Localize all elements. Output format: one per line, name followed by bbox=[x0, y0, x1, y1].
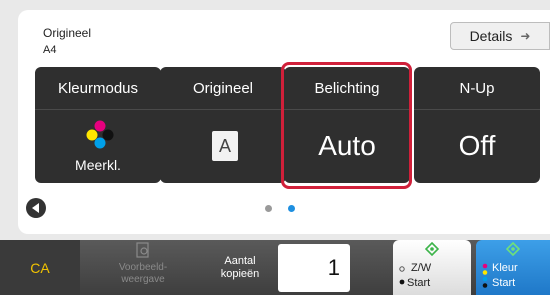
copies-label: Aantal kopieën bbox=[208, 248, 272, 288]
tile-color-mode[interactable]: Kleurmodus Meerkl. bbox=[35, 67, 161, 183]
start-diamond-icon bbox=[506, 242, 520, 256]
mono-dots-icon bbox=[399, 266, 405, 285]
previous-page-button[interactable] bbox=[26, 198, 46, 218]
page-indicator-dot bbox=[265, 205, 272, 212]
color-start-line2: Start bbox=[492, 277, 516, 289]
original-label: Origineel bbox=[43, 26, 92, 40]
copies-input[interactable]: 1 bbox=[278, 244, 350, 292]
preview-label-line2: weergave bbox=[121, 274, 165, 285]
bw-start-button[interactable]: Z/W Start bbox=[393, 240, 471, 295]
tile-color-mode-value: Meerkl. bbox=[75, 157, 121, 173]
details-button[interactable]: Details ➜ bbox=[450, 22, 550, 50]
tile-n-up-title: N-Up bbox=[414, 67, 540, 110]
color-start-button[interactable]: Kleur Start bbox=[476, 240, 550, 295]
tile-color-mode-title: Kleurmodus bbox=[35, 67, 161, 110]
arrow-right-icon: ➜ bbox=[520, 29, 531, 43]
copy-screen: Origineel A4 Details ➜ Kleurmodus Meerkl… bbox=[0, 0, 550, 295]
tile-n-up-value: Off bbox=[458, 130, 496, 161]
bottom-bar: CA Voorbeeld- weergave Aantal kopieën 1 bbox=[0, 240, 550, 295]
tile-n-up[interactable]: N-Up Off bbox=[414, 67, 540, 183]
details-button-label: Details bbox=[469, 28, 513, 44]
preview-label-line1: Voorbeeld- bbox=[118, 262, 168, 273]
color-dots-icon bbox=[86, 120, 114, 149]
tile-original[interactable]: Origineel A bbox=[160, 67, 286, 183]
bw-start-line1: Z/W bbox=[411, 262, 432, 274]
preview-icon bbox=[136, 242, 149, 258]
color-start-line1: Kleur bbox=[492, 262, 518, 274]
left-arrow-icon bbox=[32, 203, 39, 213]
page-indicator-dot bbox=[288, 205, 295, 212]
clear-all-button[interactable]: CA bbox=[0, 240, 80, 295]
color-mini-dots-icon bbox=[482, 263, 488, 288]
copies-label-line2: kopieën bbox=[220, 268, 260, 280]
original-size: A4 bbox=[43, 44, 57, 56]
preview-button[interactable]: Voorbeeld- weergave bbox=[89, 240, 197, 295]
selection-highlight bbox=[281, 62, 412, 189]
start-diamond-icon bbox=[425, 242, 439, 256]
copies-label-line1: Aantal bbox=[224, 255, 256, 267]
original-a-icon: A bbox=[212, 131, 238, 161]
bw-start-line2: Start bbox=[407, 277, 431, 289]
tile-original-title: Origineel bbox=[160, 67, 286, 110]
